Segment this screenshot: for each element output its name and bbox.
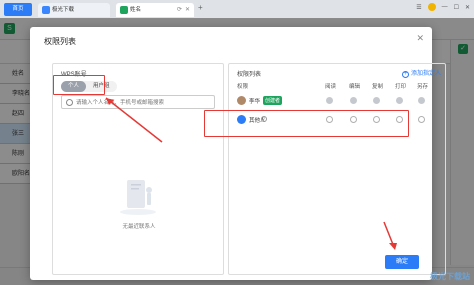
refresh-icon[interactable]: ⟳ (177, 3, 182, 17)
tab-name-sheet[interactable]: 姓名 ⟳ ✕ (116, 3, 194, 17)
copy-radio (373, 97, 380, 104)
column-header: 另存 (417, 84, 429, 90)
owner-badge: 创建者 (263, 96, 283, 105)
account-avatar[interactable] (427, 3, 436, 11)
tab-jiguang-download[interactable]: 极光下载 (38, 3, 110, 17)
column-header: 编辑 (349, 84, 361, 90)
search-input[interactable] (76, 97, 212, 108)
user-name: 李华 (249, 99, 261, 105)
new-tab-icon[interactable]: + (198, 3, 203, 12)
close-window-icon[interactable]: ✕ (465, 4, 470, 11)
edit-radio (350, 97, 357, 104)
dialog-title: 权限列表 (44, 37, 76, 46)
sheet-favicon-icon (120, 6, 128, 14)
column-header: 打印 (395, 84, 407, 90)
browser-tab-bar: 首页 极光下载 姓名 ⟳ ✕ + ☰ — ☐ ✕ (0, 0, 474, 18)
save-as-radio (418, 97, 425, 104)
print-radio (396, 97, 403, 104)
watermark-logo: 极光下载站 (430, 272, 470, 281)
permission-dialog: 权限列表 ✕ WPS账号 个人 用户组 无最近联系人 权限列表 +添加指定人 权… (30, 27, 446, 280)
save-as-radio[interactable] (418, 116, 425, 123)
permission-columns-header: 权限 阅读 编辑 复制 打印 另存 (237, 82, 437, 92)
search-icon (66, 99, 73, 106)
permission-list-panel: 权限列表 + 添加指定人 权限 阅读 编辑 复制 打印 另存 李华 创建者 其他人… (228, 63, 446, 275)
column-header: 阅读 (325, 84, 337, 90)
avatar (237, 96, 246, 105)
confirm-button[interactable]: 确定 (385, 255, 419, 269)
home-tab[interactable]: 首页 (4, 3, 32, 16)
column-header: 权限 (237, 84, 249, 90)
permission-list-label: 权限列表 (237, 72, 262, 78)
add-specified-person-link[interactable]: + 添加指定人 (401, 68, 441, 78)
tab-label: 姓名 (130, 7, 142, 13)
empty-contacts-text: 无最近联系人 (122, 224, 156, 230)
close-tab-icon[interactable]: ✕ (185, 3, 190, 17)
window-controls: ☰ — ☐ ✕ (416, 3, 470, 11)
tab-label: 极光下载 (52, 7, 75, 13)
segment-highlight-box (53, 75, 105, 95)
empty-contacts-illustration-icon (120, 180, 156, 215)
menu-icon[interactable]: ☰ (416, 4, 421, 11)
invite-label: 添加指定人 (410, 71, 441, 77)
close-icon[interactable]: ✕ (416, 33, 424, 44)
search-box (61, 95, 215, 109)
column-header: 复制 (372, 84, 384, 90)
plus-icon: + (401, 71, 409, 78)
jiguang-favicon-icon (42, 6, 50, 14)
maximize-icon[interactable]: ☐ (454, 4, 459, 11)
other-people-highlight-box (204, 110, 409, 137)
read-radio (326, 97, 333, 104)
minimize-icon[interactable]: — (442, 4, 448, 10)
permission-row: 李华 创建者 (237, 94, 437, 108)
